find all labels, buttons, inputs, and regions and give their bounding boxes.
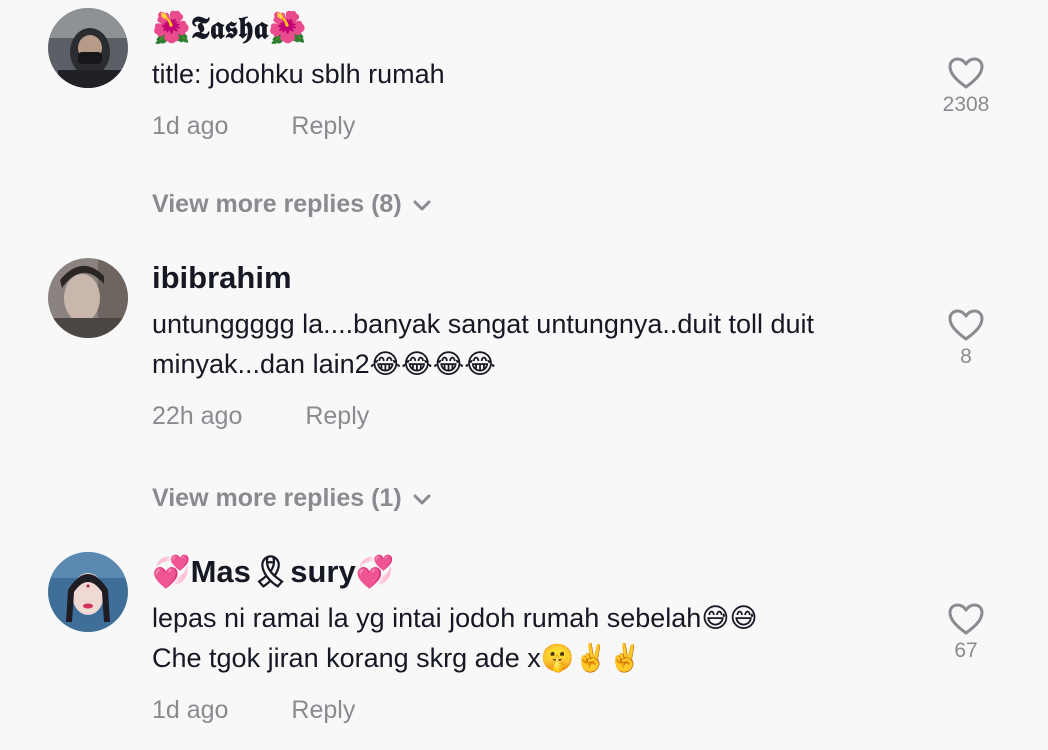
like-count: 8 [960, 345, 972, 368]
comment-text-line: lepas ni ramai la yg intai jodoh rumah s… [152, 603, 758, 633]
comment-text-line: Che tgok jiran korang skrg ade x🤫✌️✌️ [152, 643, 642, 673]
reply-button[interactable]: Reply [305, 400, 369, 432]
like-button[interactable]: 67 [930, 602, 1002, 664]
comment-timestamp: 1d ago [152, 112, 229, 140]
comment-meta: 22h ago Reply [152, 400, 922, 432]
reply-button[interactable]: Reply [291, 694, 355, 726]
like-count: 67 [954, 639, 978, 662]
heart-outline-icon[interactable] [947, 56, 985, 90]
like-button[interactable]: 8 [930, 308, 1002, 370]
comment-text-line: minyak...dan lain2😂😂😂😂 [152, 349, 496, 379]
comment-username[interactable]: 🌺𝕿𝖆𝖘𝖍𝖆🌺 [152, 8, 922, 48]
comment-timestamp: 22h ago [152, 402, 243, 430]
comment-text-line: title: jodohku sblh rumah [152, 59, 445, 89]
comment-text: lepas ni ramai la yg intai jodoh rumah s… [152, 598, 922, 678]
comment-text: untunggggg la....banyak sangat untungnya… [152, 304, 922, 384]
comment-text: title: jodohku sblh rumah [152, 54, 922, 94]
comment-timestamp: 1d ago [152, 696, 229, 724]
avatar[interactable] [48, 8, 128, 88]
chevron-down-icon [413, 200, 431, 211]
comment-username[interactable]: 💞Mas🎗sury💞 [152, 552, 922, 592]
like-button[interactable]: 2308 [930, 56, 1002, 118]
heart-outline-icon[interactable] [947, 602, 985, 636]
view-more-replies-label: View more replies (8) [152, 190, 402, 218]
like-count: 2308 [942, 93, 990, 116]
chevron-down-icon [413, 494, 431, 505]
view-more-replies-button[interactable]: View more replies (8) [152, 188, 432, 220]
heart-outline-icon[interactable] [947, 308, 985, 342]
view-more-replies-button[interactable]: View more replies (1) [152, 482, 432, 514]
reply-button[interactable]: Reply [291, 110, 355, 142]
comment-meta: 1d ago Reply [152, 694, 922, 726]
comment-meta: 1d ago Reply [152, 110, 922, 142]
avatar[interactable] [48, 258, 128, 338]
comment-text-line: untunggggg la....banyak sangat untungnya… [152, 309, 815, 339]
view-more-replies-label: View more replies (1) [152, 484, 402, 512]
comments-panel: 🌺𝕿𝖆𝖘𝖍𝖆🌺 title: jodohku sblh rumah 1d ago… [0, 0, 1048, 750]
comment-username[interactable]: ibibrahim [152, 258, 922, 298]
avatar[interactable] [48, 552, 128, 632]
